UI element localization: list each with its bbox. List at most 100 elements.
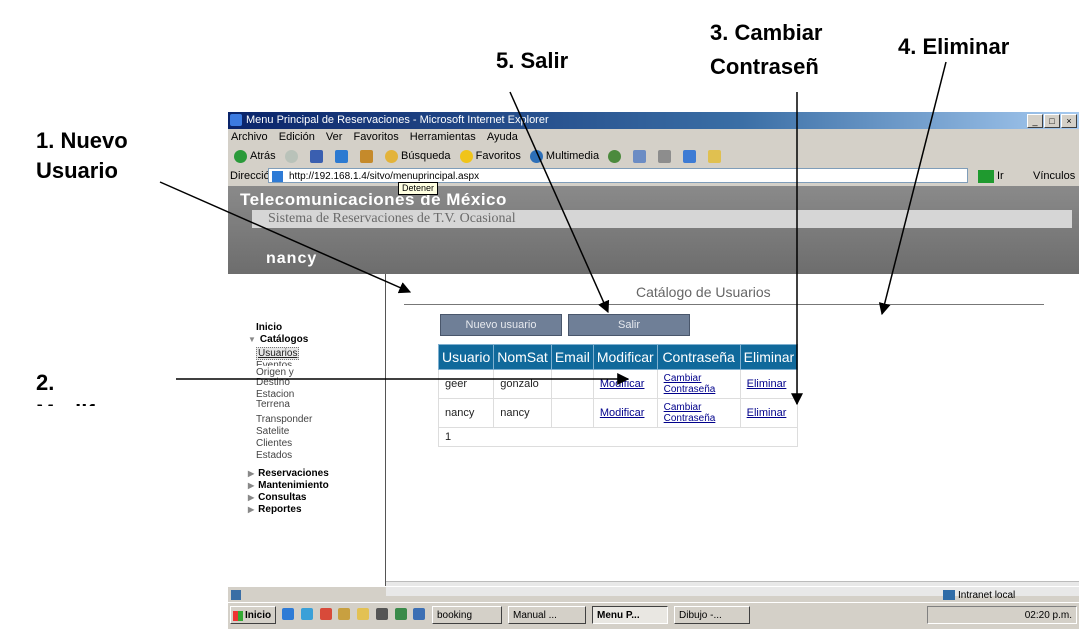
cell-usuario: geer xyxy=(437,369,495,399)
print-button[interactable] xyxy=(658,149,674,163)
page-icon xyxy=(272,171,283,182)
sidebar-item-estacion[interactable]: Estacion Terrena xyxy=(256,390,316,410)
header-banner: Telecomunicaciones de México Sistema de … xyxy=(228,186,1079,274)
menu-herramientas[interactable]: Herramientas xyxy=(410,131,476,143)
sidebar-label-mantenimiento: Mantenimiento xyxy=(258,480,329,491)
address-input[interactable]: http://192.168.1.4/sitvo/menuprincipal.a… xyxy=(268,168,968,183)
menu-ver[interactable]: Ver xyxy=(326,131,343,143)
sidebar-item-usuarios[interactable]: Usuarios xyxy=(256,347,300,360)
sidebar-item-estados[interactable]: Estados xyxy=(256,450,292,461)
favorites-button[interactable]: Favoritos xyxy=(459,149,521,163)
maximize-icon[interactable]: □ xyxy=(1044,114,1060,128)
chevron-right-icon: ▶ xyxy=(248,481,255,490)
exit-button[interactable]: Salir xyxy=(568,314,690,336)
menu-bar: Archivo Edición Ver Favoritos Herramient… xyxy=(228,129,1079,146)
quick-launch xyxy=(282,608,429,623)
ie-quick-icon[interactable] xyxy=(282,608,294,620)
security-zone: Intranet local xyxy=(943,588,1015,602)
task-dibujo[interactable]: Dibujo -... xyxy=(674,606,750,624)
new-user-button[interactable]: Nuevo usuario xyxy=(440,314,562,336)
multimedia-button[interactable]: Multimedia xyxy=(529,149,600,163)
edit-button[interactable] xyxy=(683,149,699,163)
outlook-quick-icon[interactable] xyxy=(300,608,313,620)
stop-button[interactable] xyxy=(309,149,326,163)
sidebar-label-catalogos: Catálogos xyxy=(259,334,309,345)
sidebar-item-inicio[interactable]: Inicio xyxy=(256,322,282,333)
modify-link[interactable]: Modificar xyxy=(592,369,658,399)
status-bar: Intranet local xyxy=(228,586,1079,602)
sidebar-item-transponder[interactable]: Transponder xyxy=(256,414,312,425)
sidebar-label-reportes: Reportes xyxy=(258,504,302,515)
change-password-link[interactable]: Cambiar Contraseña xyxy=(656,369,741,399)
menu-edicion[interactable]: Edición xyxy=(279,131,315,143)
pager-page-1[interactable]: 1 xyxy=(437,427,799,447)
column-header-contrasena: Contraseña xyxy=(656,344,741,370)
menu-ayuda[interactable]: Ayuda xyxy=(487,131,518,143)
windows-flag-icon xyxy=(233,611,243,621)
zone-label: Intranet local xyxy=(958,590,1016,601)
chevron-down-icon: ▼ xyxy=(248,335,256,344)
discuss-button[interactable] xyxy=(708,149,724,163)
close-icon[interactable]: × xyxy=(1061,114,1077,128)
desktop-quick-icon[interactable] xyxy=(338,608,351,620)
go-arrow-icon xyxy=(978,169,994,183)
folder-quick-icon[interactable] xyxy=(357,608,370,620)
task-menu[interactable]: Menu P... xyxy=(592,606,668,624)
camera-quick-icon[interactable] xyxy=(375,608,388,620)
menu-archivo[interactable]: Archivo xyxy=(231,131,268,143)
taskbar: Inicio booking Manual ... Menu P... Dibu… xyxy=(228,602,1079,629)
ie-icon xyxy=(230,114,242,126)
stop-icon xyxy=(309,149,323,163)
chevron-right-icon: ▶ xyxy=(248,493,255,502)
sidebar-item-consultas[interactable]: ▶ Consultas xyxy=(248,492,307,503)
history-button[interactable] xyxy=(608,149,624,163)
sidebar-item-satelite[interactable]: Satelite xyxy=(256,426,289,437)
callout-salir-text: 5. Salir xyxy=(496,48,569,73)
change-password-link[interactable]: Cambiar Contraseña xyxy=(656,398,741,428)
mail-button[interactable] xyxy=(633,149,649,163)
modify-link[interactable]: Modificar xyxy=(592,398,658,428)
links-label[interactable]: Vínculos xyxy=(1033,166,1075,186)
sidebar-label-reservaciones: Reservaciones xyxy=(258,468,329,479)
back-button[interactable]: Atrás xyxy=(234,149,276,163)
go-button[interactable]: Ir xyxy=(978,168,1004,184)
task-booking[interactable]: booking xyxy=(432,606,502,624)
go-label: Ir xyxy=(997,170,1004,182)
users-table: Usuario NomSat Email Modificar Contraseñ… xyxy=(437,344,799,447)
multimedia-label: Multimedia xyxy=(545,150,600,162)
sidebar-item-catalogos[interactable]: ▼ Catálogos xyxy=(248,334,308,345)
sidebar-item-eventos[interactable]: Eventos xyxy=(256,360,292,366)
forward-button[interactable] xyxy=(284,149,301,163)
minimize-icon[interactable]: _ xyxy=(1027,114,1043,128)
media-quick-icon[interactable] xyxy=(319,608,332,620)
sidebar-item-mantenimiento[interactable]: ▶ Mantenimiento xyxy=(248,480,329,491)
app-quick-icon[interactable] xyxy=(394,608,407,620)
callout-modificar-text: 2. Modificar xyxy=(36,370,96,406)
address-bar: Dirección http://192.168.1.4/sitvo/menup… xyxy=(228,166,1079,186)
callout-modificar: 2. Modificar xyxy=(36,368,96,406)
sidebar: Inicio ▼ Catálogos Usuarios Eventos Orige… xyxy=(228,274,386,586)
chevron-right-icon: ▶ xyxy=(248,469,255,478)
delete-link[interactable]: Eliminar xyxy=(739,398,799,428)
start-button[interactable]: Inicio xyxy=(230,606,276,624)
globe-quick-icon[interactable] xyxy=(413,608,426,620)
callout-cambiar-contrasena: 3. Cambiar Contraseñ xyxy=(710,16,870,84)
home-button[interactable] xyxy=(359,149,376,163)
sidebar-item-reportes[interactable]: ▶ Reportes xyxy=(248,504,302,515)
sidebar-item-origen[interactable]: Origen y Destino xyxy=(256,368,316,388)
refresh-button[interactable] xyxy=(334,149,351,163)
intranet-icon xyxy=(943,590,955,601)
sidebar-item-reservaciones[interactable]: ▶ Reservaciones xyxy=(248,468,329,479)
subtitle-bar: Sistema de Reservaciones de T.V. Ocasion… xyxy=(252,210,1072,228)
cell-email xyxy=(550,398,594,428)
window-controls: _ □ × xyxy=(1027,114,1077,128)
column-header-modificar: Modificar xyxy=(592,344,658,370)
delete-link[interactable]: Eliminar xyxy=(739,369,799,399)
page-content: Telecomunicaciones de México Sistema de … xyxy=(228,186,1079,596)
search-button[interactable]: Búsqueda xyxy=(385,149,451,163)
sidebar-item-clientes[interactable]: Clientes xyxy=(256,438,292,449)
change-password-text: Cambiar Contraseña xyxy=(663,373,716,395)
task-manual[interactable]: Manual ... xyxy=(508,606,586,624)
menu-favoritos[interactable]: Favoritos xyxy=(353,131,398,143)
pager-row: 1 xyxy=(437,427,799,447)
